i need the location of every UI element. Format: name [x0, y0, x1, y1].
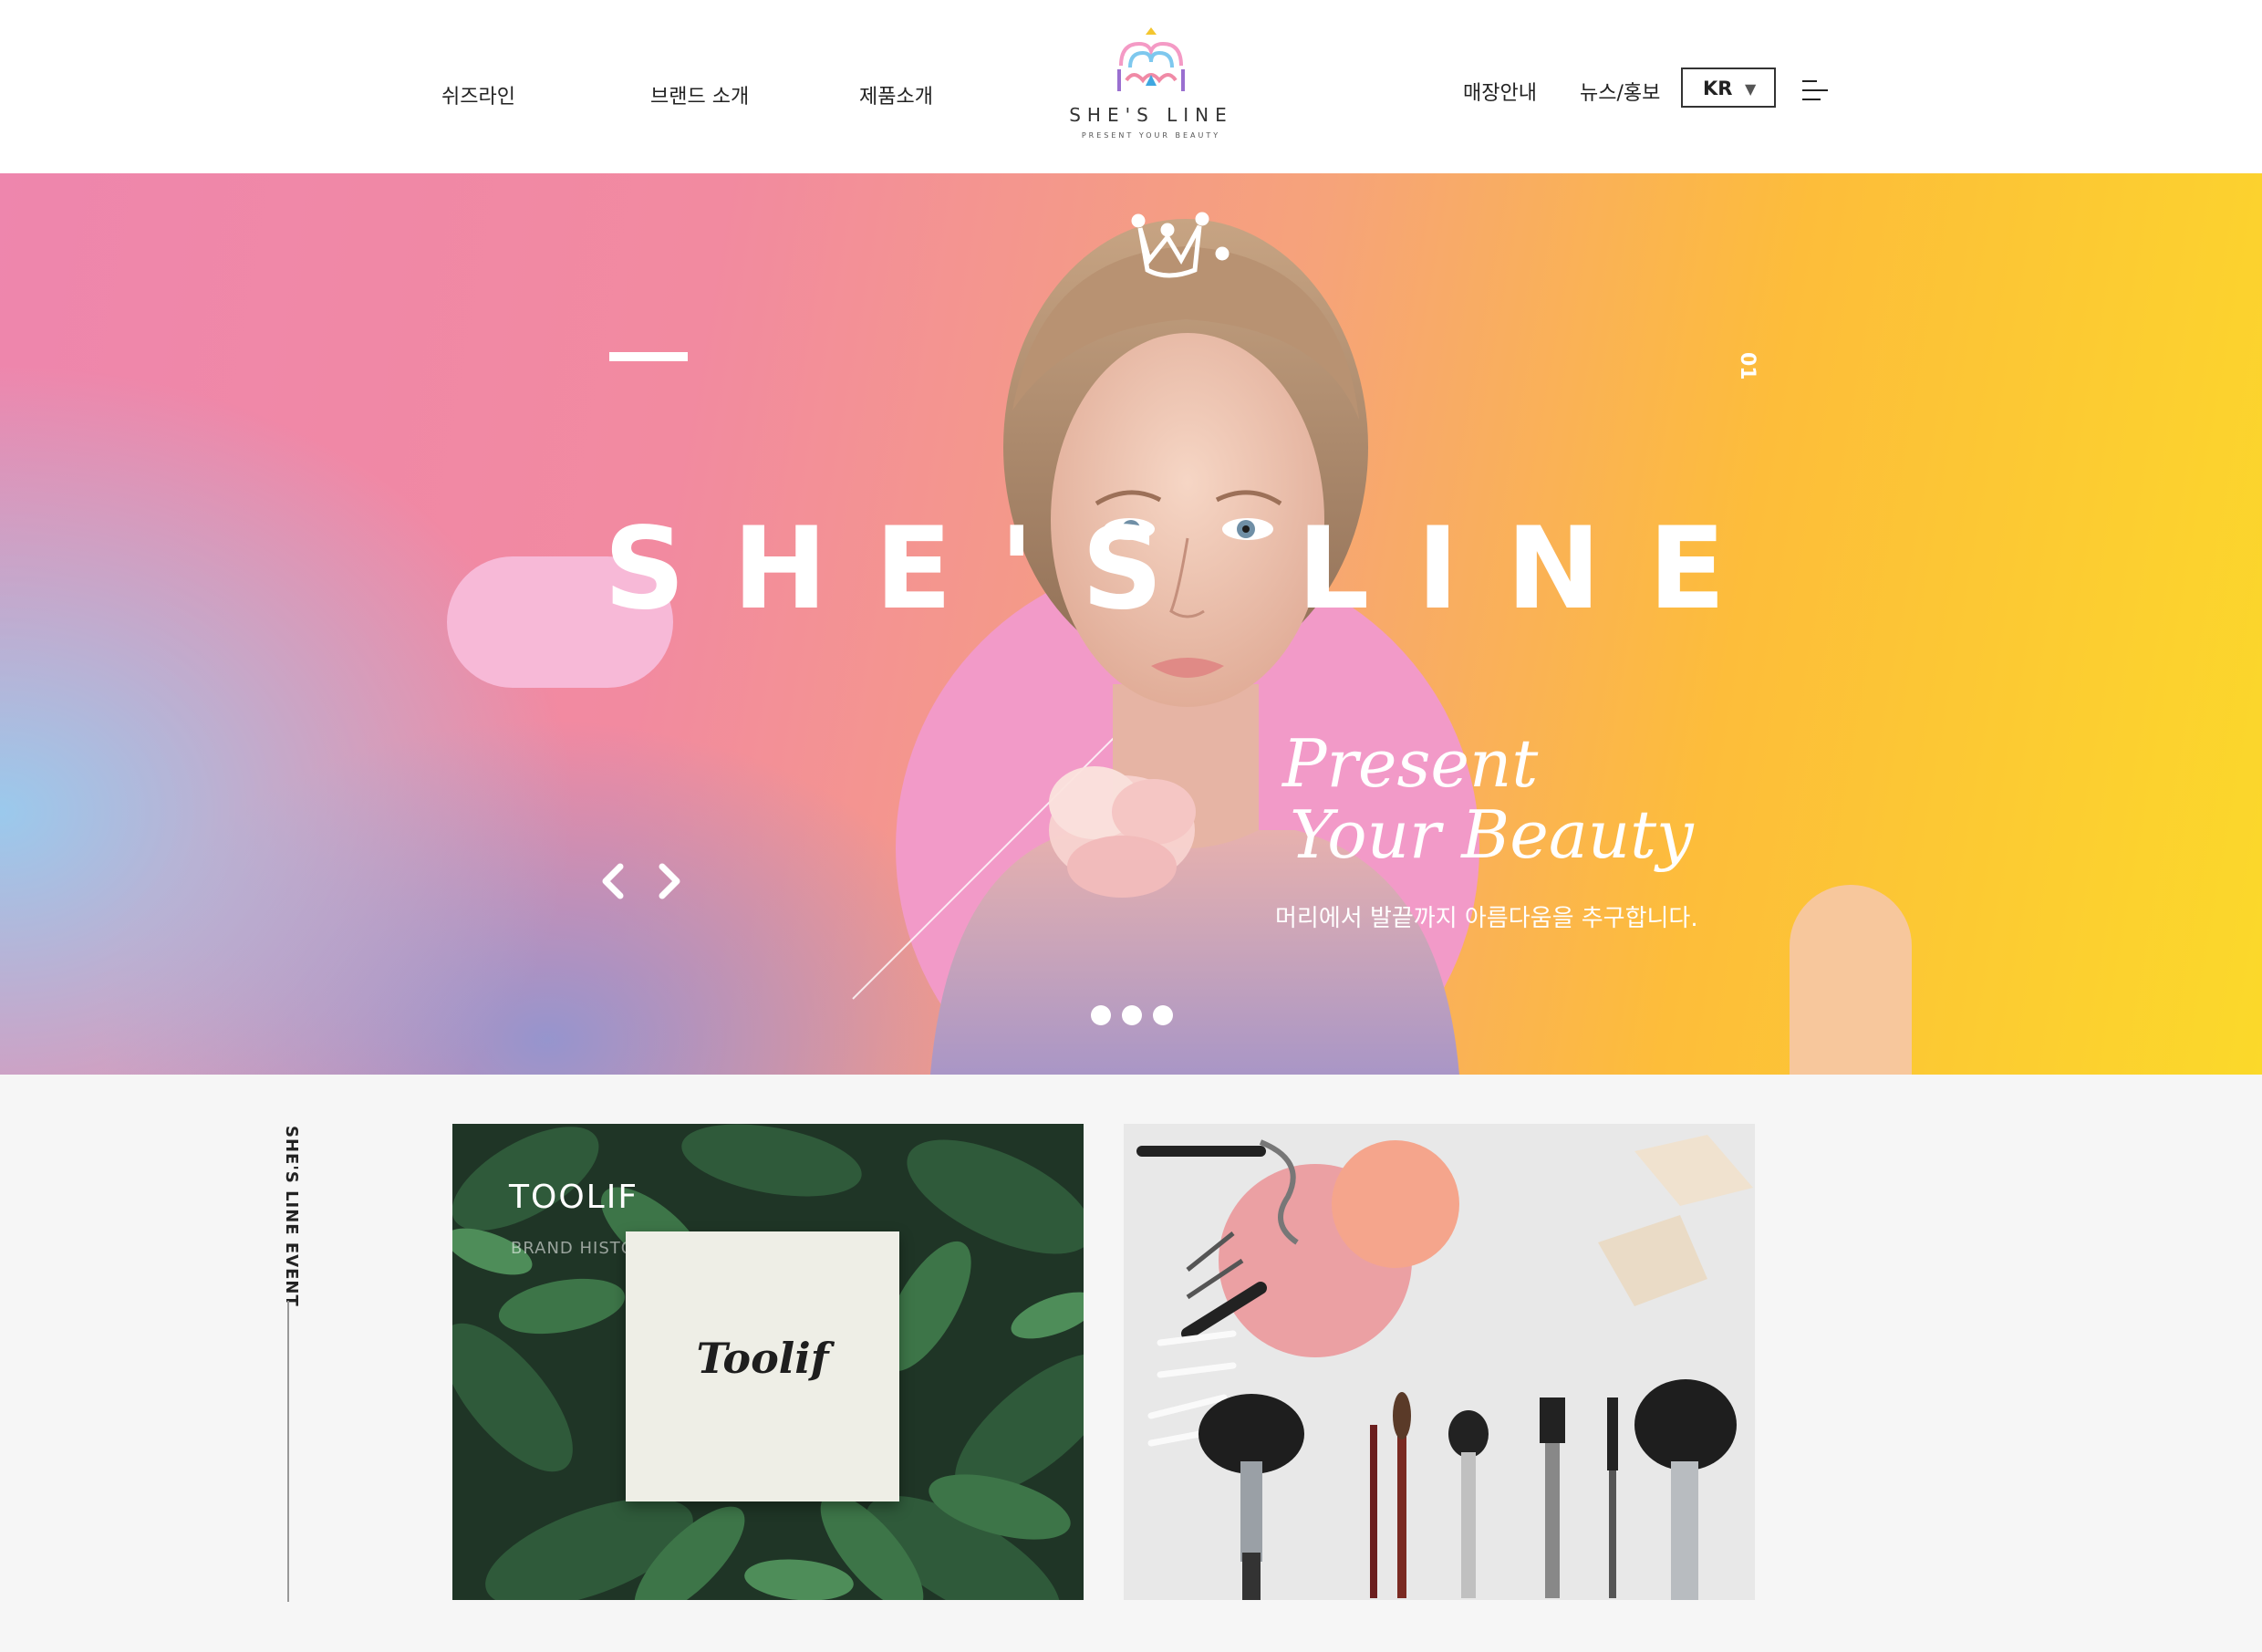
decorative-arch-shape — [1790, 885, 1912, 1075]
hero-title: SHE'S LINE — [604, 504, 1773, 635]
event-card-toolif[interactable]: TOOLIF BRAND HISTORY Toolif — [452, 1124, 1084, 1600]
nav-item-brand-intro[interactable]: 브랜드 소개 — [650, 80, 749, 109]
nav-item-store-info[interactable]: 매장안내 — [1463, 77, 1537, 106]
decorative-dash — [609, 352, 688, 361]
slide-dot-1[interactable] — [1091, 1005, 1111, 1025]
dropdown-caret-icon: ▼ — [1745, 80, 1757, 98]
hero-slider: SHE'S LINE 01 Present Your Beauty 머리에서 발… — [0, 173, 2262, 1075]
chevron-right-icon[interactable] — [655, 861, 686, 901]
logo-wordmark: SHE'S LINE — [1069, 104, 1233, 126]
toolif-product-card: Toolif — [626, 1231, 899, 1501]
site-header: 쉬즈라인 브랜드 소개 제품소개 SHE'S LINE PRESENT YOUR… — [0, 0, 2262, 173]
event-card-makeup-tools[interactable] — [1124, 1124, 1755, 1600]
logo-mark-icon — [1117, 27, 1185, 91]
slide-pagination — [1091, 1005, 1182, 1029]
menu-icon[interactable] — [1802, 78, 1830, 102]
event-section-label: SHE'S LINE EVENT — [282, 1126, 301, 1307]
event-card-title: TOOLIF — [509, 1179, 639, 1216]
hero-description: 머리에서 발끝까지 아름다움을 추구합니다. — [1275, 905, 1698, 932]
slide-dot-3[interactable] — [1153, 1005, 1173, 1025]
language-select-value: KR — [1703, 78, 1733, 99]
slide-dot-2[interactable] — [1122, 1005, 1142, 1025]
hero-tagline-line2: Your Beauty — [1290, 796, 1694, 873]
site-logo[interactable]: SHE'S LINE PRESENT YOUR BEAUTY — [1060, 27, 1242, 148]
hero-tagline: Present Your Beauty — [1282, 728, 1694, 870]
logo-tagline: PRESENT YOUR BEAUTY — [1081, 131, 1221, 140]
language-select[interactable]: KR ▼ — [1681, 68, 1776, 108]
nav-item-news[interactable]: 뉴스/홍보 — [1580, 77, 1660, 106]
nav-item-sheline[interactable]: 쉬즈라인 — [441, 80, 515, 109]
nav-item-products[interactable]: 제품소개 — [859, 80, 933, 109]
slide-number: 01 — [1736, 352, 1759, 380]
hero-tagline-line1: Present — [1282, 725, 1539, 802]
divider — [287, 1301, 289, 1602]
makeup-tools-image — [1124, 1124, 1755, 1600]
toolif-logo-text: Toolif — [696, 1334, 829, 1383]
chevron-left-icon[interactable] — [597, 861, 628, 901]
